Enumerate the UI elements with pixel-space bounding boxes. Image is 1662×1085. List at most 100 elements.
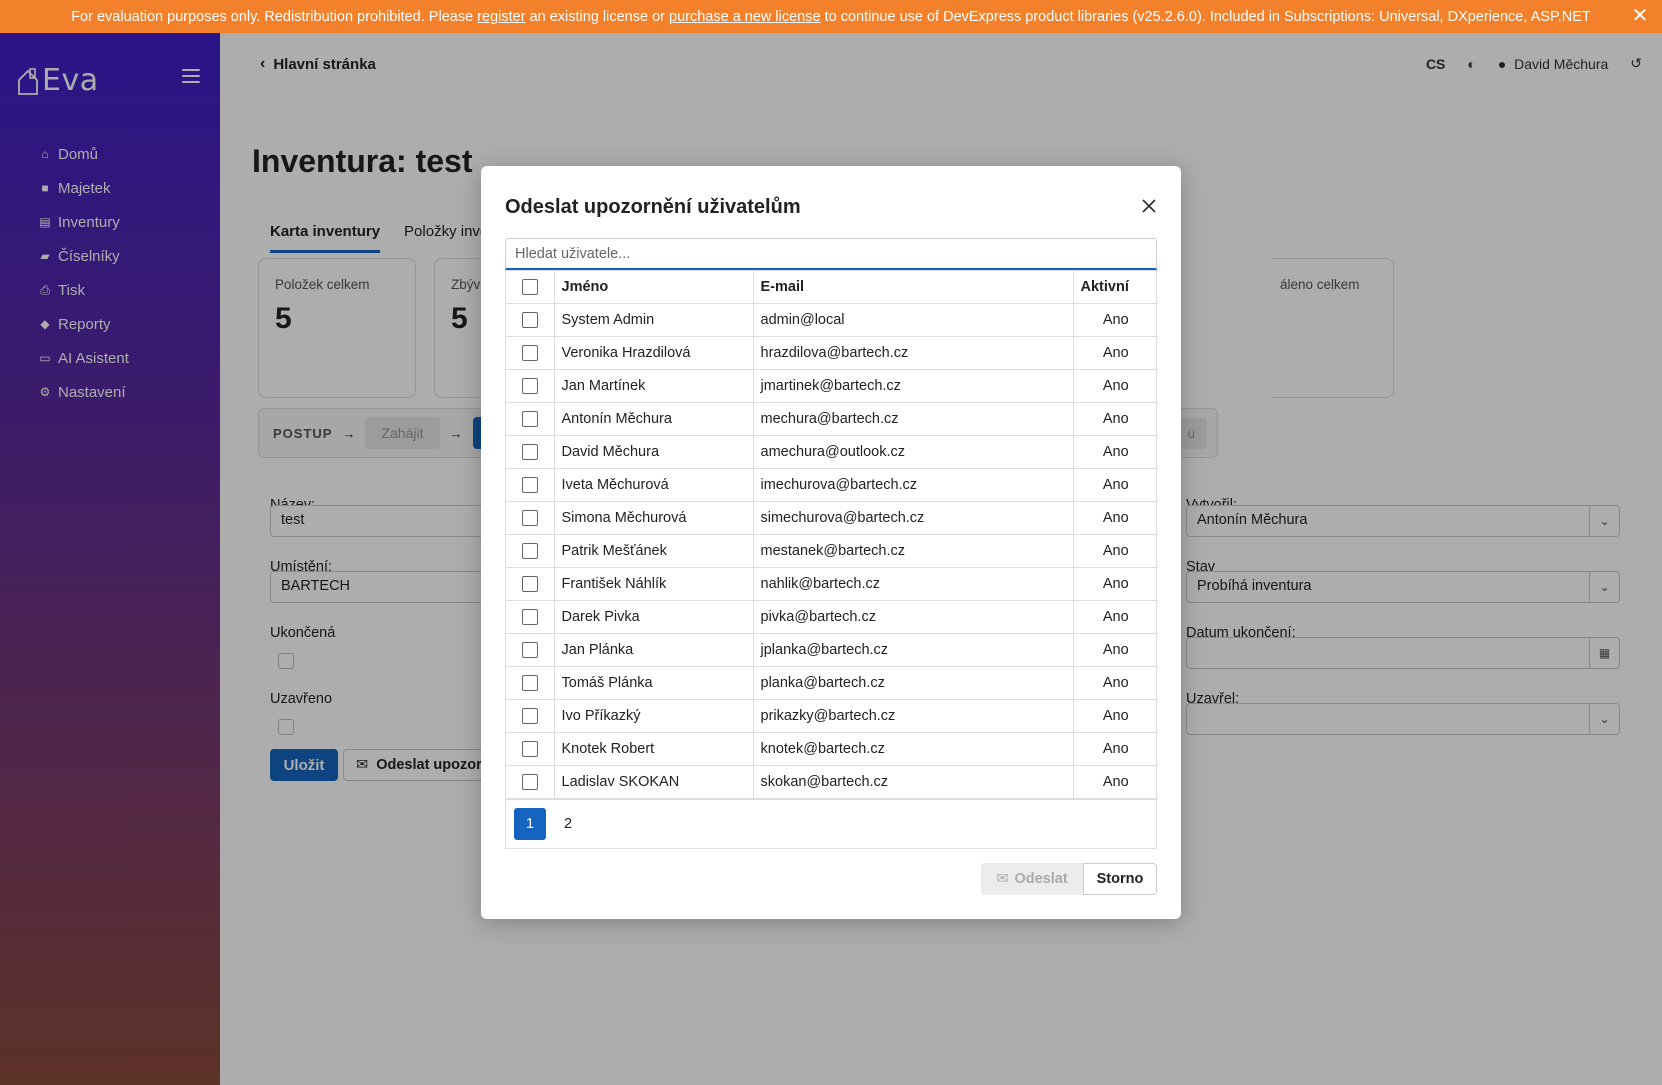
column-header-name[interactable]: Jméno [553, 270, 754, 304]
user-active-cell: Ano [1072, 633, 1158, 667]
column-header-active[interactable]: Aktivní [1072, 270, 1158, 304]
user-email-cell: imechurova@bartech.cz [752, 468, 1074, 502]
user-email-cell: prikazky@bartech.cz [752, 699, 1074, 733]
user-name-cell: František Náhlík [553, 567, 754, 601]
column-header-email[interactable]: E-mail [752, 270, 1074, 304]
user-email-cell: skokan@bartech.cz [752, 765, 1074, 799]
table-row[interactable]: Jan Plánka jplanka@bartech.cz Ano [506, 633, 1158, 667]
table-row[interactable]: Veronika Hrazdilová hrazdilova@bartech.cz… [506, 336, 1158, 370]
table-row[interactable]: František Náhlík nahlik@bartech.cz Ano [506, 567, 1158, 601]
user-active-cell: Ano [1072, 336, 1158, 370]
close-icon[interactable] [1139, 196, 1159, 216]
table-header-row: Jméno E-mail Aktivní [506, 270, 1158, 304]
user-email-cell: simechurova@bartech.cz [752, 501, 1074, 535]
row-checkbox[interactable] [521, 642, 538, 659]
row-checkbox[interactable] [521, 312, 538, 329]
user-email-cell: pivka@bartech.cz [752, 600, 1074, 634]
user-email-cell: amechura@outlook.cz [752, 435, 1074, 469]
banner-text-mid: an existing license or [529, 8, 665, 25]
banner-register-link[interactable]: register [477, 9, 525, 25]
row-checkbox[interactable] [521, 741, 538, 758]
user-active-cell: Ano [1072, 501, 1158, 535]
user-email-cell: planka@bartech.cz [752, 666, 1074, 700]
user-active-cell: Ano [1072, 600, 1158, 634]
table-row[interactable]: Knotek Robert knotek@bartech.cz Ano [506, 732, 1158, 766]
users-table-body: System Admin admin@local Ano Veronika Hraz… [506, 303, 1158, 799]
user-email-cell: admin@local [752, 303, 1074, 337]
user-active-cell: Ano [1072, 567, 1158, 601]
user-name-cell: Knotek Robert [553, 732, 754, 766]
user-email-cell: hrazdilova@bartech.cz [752, 336, 1074, 370]
table-row[interactable]: Tomáš Plánka planka@bartech.cz Ano [506, 666, 1158, 700]
table-row[interactable]: Simona Měchurová simechurova@bartech.cz An… [506, 501, 1158, 535]
user-active-cell: Ano [1072, 369, 1158, 403]
row-checkbox[interactable] [521, 543, 538, 560]
table-row[interactable]: System Admin admin@local Ano [506, 303, 1158, 337]
user-active-cell: Ano [1072, 435, 1158, 469]
table-row[interactable]: Jan Martínek jmartinek@bartech.cz Ano [506, 369, 1158, 403]
user-email-cell: nahlik@bartech.cz [752, 567, 1074, 601]
user-search-input[interactable] [505, 238, 1157, 270]
envelope-icon: ✉ [996, 871, 1009, 887]
user-name-cell: Patrik Mešťánek [553, 534, 754, 568]
table-row[interactable]: Darek Pivka pivka@bartech.cz Ano [506, 600, 1158, 634]
select-all-checkbox[interactable] [521, 279, 538, 296]
row-checkbox[interactable] [521, 576, 538, 593]
user-active-cell: Ano [1072, 765, 1158, 799]
dialog-title: Odeslat upozornění uživatelům [505, 196, 801, 218]
row-checkbox[interactable] [521, 708, 538, 725]
table-row[interactable]: Ivo Příkazký prikazky@bartech.cz Ano [506, 699, 1158, 733]
user-active-cell: Ano [1072, 666, 1158, 700]
users-table: Jméno E-mail Aktivní System Admin admin@l… [506, 270, 1158, 799]
page-button-2[interactable]: 2 [552, 808, 584, 840]
row-checkbox[interactable] [521, 411, 538, 428]
user-name-cell: System Admin [553, 303, 754, 337]
user-name-cell: Simona Měchurová [553, 501, 754, 535]
user-active-cell: Ano [1072, 699, 1158, 733]
row-checkbox[interactable] [521, 477, 538, 494]
row-checkbox[interactable] [521, 774, 538, 791]
cancel-button[interactable]: Storno [1083, 863, 1157, 895]
user-active-cell: Ano [1072, 468, 1158, 502]
row-checkbox[interactable] [521, 609, 538, 626]
row-checkbox[interactable] [521, 510, 538, 527]
notify-users-dialog: Odeslat upozornění uživatelům Jméno E-ma… [481, 166, 1181, 919]
row-checkbox[interactable] [521, 345, 538, 362]
banner-text-after: to continue use of DevExpress product li… [824, 8, 1591, 25]
user-email-cell: jplanka@bartech.cz [752, 633, 1074, 667]
banner-purchase-link[interactable]: purchase a new license [669, 9, 821, 25]
table-row[interactable]: Patrik Mešťánek mestanek@bartech.cz Ano [506, 534, 1158, 568]
table-row[interactable]: Iveta Měchurová imechurova@bartech.cz Ano [506, 468, 1158, 502]
banner-close-icon[interactable]: ✕ [1630, 6, 1650, 26]
table-row[interactable]: David Měchura amechura@outlook.cz Ano [506, 435, 1158, 469]
row-checkbox[interactable] [521, 378, 538, 395]
user-name-cell: Ivo Příkazký [553, 699, 754, 733]
user-name-cell: Iveta Měchurová [553, 468, 754, 502]
banner-text-before: For evaluation purposes only. Redistribu… [71, 8, 474, 25]
user-name-cell: Jan Martínek [553, 369, 754, 403]
user-name-cell: Darek Pivka [553, 600, 754, 634]
user-email-cell: jmartinek@bartech.cz [752, 369, 1074, 403]
pager: 1 2 [506, 799, 1156, 848]
table-row[interactable]: Ladislav SKOKAN skokan@bartech.cz Ano [506, 765, 1158, 799]
user-name-cell: David Měchura [553, 435, 754, 469]
user-active-cell: Ano [1072, 732, 1158, 766]
send-button[interactable]: ✉ Odeslat [981, 863, 1083, 895]
row-checkbox[interactable] [521, 444, 538, 461]
evaluation-banner: For evaluation purposes only. Redistribu… [0, 0, 1662, 33]
table-row[interactable]: Antonín Měchura mechura@bartech.cz Ano [506, 402, 1158, 436]
user-name-cell: Jan Plánka [553, 633, 754, 667]
select-all-cell [506, 270, 555, 304]
users-grid: Jméno E-mail Aktivní System Admin admin@l… [505, 270, 1158, 849]
user-active-cell: Ano [1072, 402, 1158, 436]
user-active-cell: Ano [1072, 303, 1158, 337]
user-name-cell: Tomáš Plánka [553, 666, 754, 700]
page-button-1[interactable]: 1 [514, 808, 546, 840]
user-active-cell: Ano [1072, 534, 1158, 568]
user-email-cell: mestanek@bartech.cz [752, 534, 1074, 568]
user-email-cell: knotek@bartech.cz [752, 732, 1074, 766]
user-name-cell: Veronika Hrazdilová [553, 336, 754, 370]
row-checkbox[interactable] [521, 675, 538, 692]
user-email-cell: mechura@bartech.cz [752, 402, 1074, 436]
user-name-cell: Ladislav SKOKAN [553, 765, 754, 799]
